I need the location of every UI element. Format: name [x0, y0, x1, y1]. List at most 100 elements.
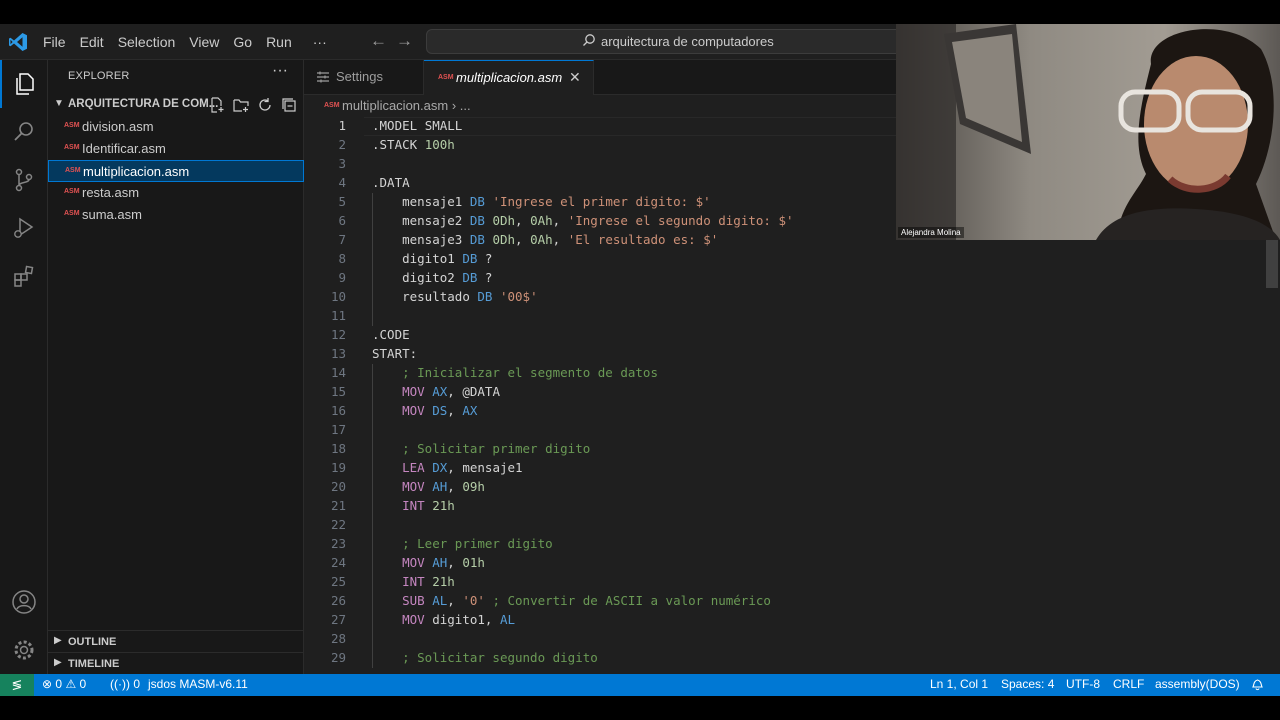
code-line[interactable]: 11	[304, 307, 1280, 326]
code-line[interactable]: 16 MOV DS, AX	[304, 402, 1280, 421]
code-text: MOV AH, 01h	[402, 555, 485, 570]
error-count: 0	[55, 677, 63, 691]
menu-edit[interactable]: Edit	[73, 34, 111, 50]
editor-scrollbar[interactable]	[1266, 240, 1278, 288]
forward-arrow-icon[interactable]: →	[396, 31, 413, 51]
line-number: 28	[330, 631, 346, 646]
code-line[interactable]: 9 digito2 DB ?	[304, 269, 1280, 288]
warning-count: 0	[79, 677, 87, 691]
indentation-status[interactable]: Spaces: 4	[1001, 677, 1054, 691]
problems-status[interactable]: ⊗ 0 ⚠ 0	[42, 677, 86, 691]
line-number: 3	[338, 156, 346, 171]
run-debug-activity-button[interactable]	[0, 204, 48, 252]
file-item[interactable]: ASM suma.asm	[48, 204, 304, 226]
tab-multiplicacion[interactable]: ASM multiplicacion.asm ✕	[424, 60, 594, 95]
code-line[interactable]: 26 SUB AL, '0' ; Convertir de ASCII a va…	[304, 592, 1280, 611]
explorer-more-button[interactable]: ···	[272, 62, 288, 80]
line-number: 26	[330, 593, 346, 608]
code-line[interactable]: 29 ; Solicitar segundo digito	[304, 649, 1280, 668]
menu-file[interactable]: File	[36, 34, 73, 50]
file-item-selected[interactable]: ASM multiplicacion.asm	[48, 160, 304, 182]
ports-status[interactable]: ((·)) 0	[110, 677, 140, 691]
code-text: .MODEL SMALL	[372, 118, 463, 133]
source-control-activity-button[interactable]	[0, 156, 48, 204]
code-line[interactable]: 18 ; Solicitar primer digito	[304, 440, 1280, 459]
line-number: 22	[330, 517, 346, 532]
explorer-sidebar: EXPLORER ··· ▼ ARQUITECTURA DE COM... AS…	[48, 60, 304, 674]
code-text: MOV digito1, AL	[402, 612, 516, 627]
code-text: MOV DS, AX	[402, 403, 478, 418]
timeline-section[interactable]: ▶ TIMELINE	[48, 652, 304, 674]
eol-status[interactable]: CRLF	[1113, 677, 1144, 691]
tab-settings[interactable]: Settings	[304, 60, 424, 95]
code-line[interactable]: 23 ; Leer primer digito	[304, 535, 1280, 554]
outline-section[interactable]: ▶ OUTLINE	[48, 630, 304, 652]
new-folder-icon[interactable]	[232, 96, 250, 114]
folder-header[interactable]: ▼ ARQUITECTURA DE COM...	[48, 94, 304, 116]
line-number: 15	[330, 384, 346, 399]
folder-name: ARQUITECTURA DE COM...	[68, 98, 219, 110]
extensions-activity-button[interactable]	[0, 252, 48, 300]
menu-selection[interactable]: Selection	[111, 34, 183, 50]
indent-guide	[372, 364, 373, 668]
extensions-icon	[14, 265, 34, 287]
language-mode[interactable]: assembly(DOS)	[1155, 677, 1240, 691]
file-item[interactable]: ASM resta.asm	[48, 182, 304, 204]
code-line[interactable]: 13 START:	[304, 345, 1280, 364]
menu-view[interactable]: View	[182, 34, 226, 50]
files-icon	[16, 73, 34, 95]
code-line[interactable]: 17	[304, 421, 1280, 440]
menu-go[interactable]: Go	[226, 34, 259, 50]
bell-icon[interactable]	[1251, 677, 1264, 694]
file-name: division.asm	[82, 119, 154, 134]
code-line[interactable]: 28	[304, 630, 1280, 649]
menu-run[interactable]: Run	[259, 34, 299, 50]
code-text: digito2 DB ?	[402, 270, 493, 285]
collapse-all-icon[interactable]	[280, 96, 298, 114]
breadcrumb-path[interactable]: multiplicacion.asm › ...	[342, 98, 471, 113]
manage-activity-button[interactable]	[0, 626, 48, 674]
tab-multiplicacion-label: multiplicacion.asm	[456, 70, 563, 85]
participant-name: Alejandra Molina	[898, 227, 964, 238]
settings-lines-icon	[317, 71, 329, 83]
code-line[interactable]: 10 resultado DB '00$'	[304, 288, 1280, 307]
code-line[interactable]: 21 INT 21h	[304, 497, 1280, 516]
new-file-icon[interactable]	[208, 96, 226, 114]
line-number: 12	[330, 327, 346, 342]
search-activity-button[interactable]	[0, 108, 48, 156]
code-text: INT 21h	[402, 574, 455, 589]
line-number: 27	[330, 612, 346, 627]
file-item[interactable]: ASM division.asm	[48, 116, 304, 138]
remote-button[interactable]: ≶	[0, 674, 34, 696]
back-arrow-icon[interactable]: ←	[370, 31, 387, 51]
code-line[interactable]: 24 MOV AH, 01h	[304, 554, 1280, 573]
line-number: 6	[338, 213, 346, 228]
code-text: LEA DX, mensaje1	[402, 460, 523, 475]
line-number: 29	[330, 650, 346, 665]
code-text: mensaje3 DB 0Dh, 0Ah, 'El resultado es: …	[402, 232, 719, 247]
file-item[interactable]: ASM Identificar.asm	[48, 138, 304, 160]
asm-file-icon: ASM	[65, 167, 81, 174]
extension-status[interactable]: jsdos MASM-v6.11	[148, 677, 248, 691]
encoding-status[interactable]: UTF-8	[1066, 677, 1100, 691]
code-line[interactable]: 20 MOV AH, 09h	[304, 478, 1280, 497]
code-line[interactable]: 27 MOV digito1, AL	[304, 611, 1280, 630]
explorer-activity-button[interactable]	[0, 60, 48, 108]
code-line[interactable]: 25 INT 21h	[304, 573, 1280, 592]
line-number: 18	[330, 441, 346, 456]
code-line[interactable]: 15 MOV AX, @DATA	[304, 383, 1280, 402]
code-line[interactable]: 8 digito1 DB ?	[304, 250, 1280, 269]
command-center-search[interactable]: arquitectura de computadores	[426, 29, 906, 54]
refresh-icon[interactable]	[256, 96, 274, 114]
asm-file-icon: ASM	[64, 210, 80, 217]
code-line[interactable]: 12 .CODE	[304, 326, 1280, 345]
code-line[interactable]: 22	[304, 516, 1280, 535]
menu-more[interactable]: ···	[299, 34, 334, 50]
code-line[interactable]: 19 LEA DX, mensaje1	[304, 459, 1280, 478]
cursor-position[interactable]: Ln 1, Col 1	[930, 677, 988, 691]
file-name: suma.asm	[82, 207, 142, 222]
close-icon[interactable]: ✕	[569, 69, 581, 86]
line-number: 4	[338, 175, 346, 190]
accounts-activity-button[interactable]	[0, 578, 48, 626]
code-line[interactable]: 14 ; Inicializar el segmento de datos	[304, 364, 1280, 383]
